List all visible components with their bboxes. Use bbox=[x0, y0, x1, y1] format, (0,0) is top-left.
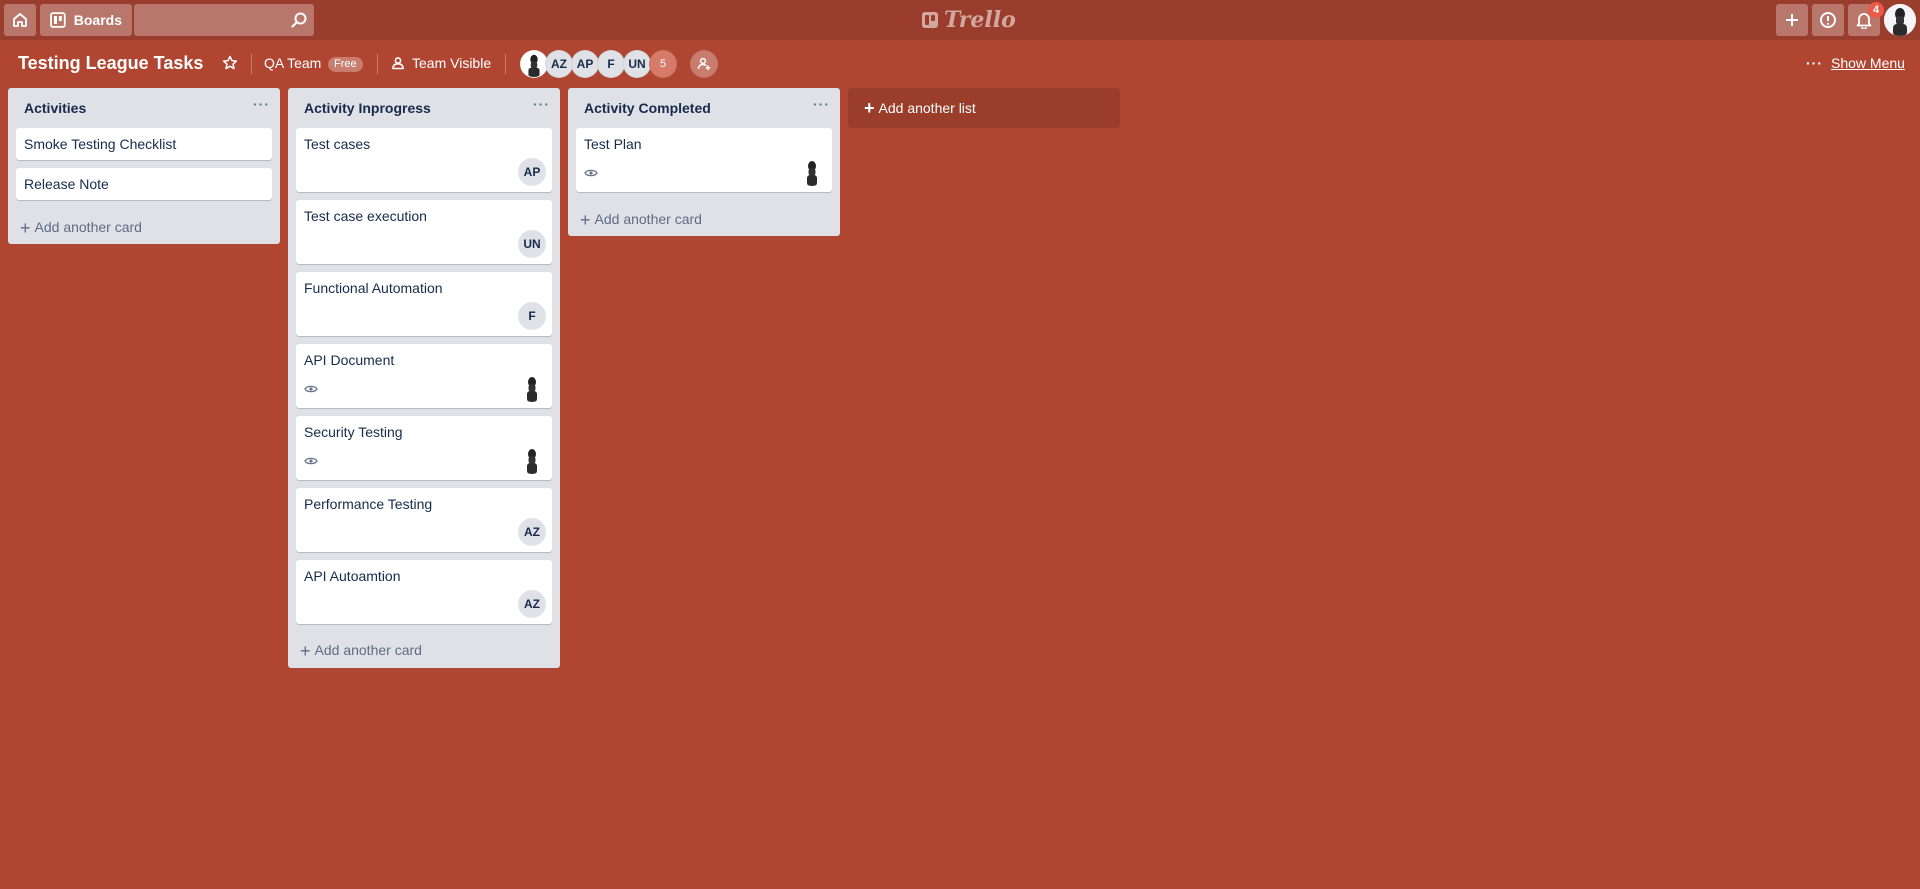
card[interactable]: Test Plan bbox=[576, 128, 832, 192]
card[interactable]: API Document bbox=[296, 344, 552, 408]
member-photo-icon bbox=[807, 161, 817, 186]
plus-icon: + bbox=[864, 97, 875, 118]
team-visibility-icon bbox=[392, 57, 404, 70]
add-card-label: Add another card bbox=[594, 211, 702, 227]
add-card-button[interactable]: + Add another card bbox=[300, 641, 422, 662]
card[interactable]: Test cases AP bbox=[296, 128, 552, 192]
list-activity-completed[interactable]: Activity Completed ··· Test Plan + Add an… bbox=[568, 88, 840, 236]
board-member-avatar[interactable]: UN bbox=[623, 50, 651, 78]
header-divider bbox=[251, 54, 252, 74]
search-icon[interactable] bbox=[290, 11, 308, 29]
plus-icon bbox=[1786, 14, 1798, 26]
card[interactable]: Smoke Testing Checklist bbox=[16, 128, 272, 160]
search-input[interactable] bbox=[134, 4, 314, 36]
card-title: Test cases bbox=[304, 136, 371, 152]
card-member-avatar[interactable]: F bbox=[518, 302, 546, 330]
list-activity-inprogress[interactable]: Activity Inprogress ··· Test cases AP Te… bbox=[288, 88, 560, 668]
board-title[interactable]: Testing League Tasks bbox=[18, 53, 203, 74]
card-title: Functional Automation bbox=[304, 280, 443, 296]
header-divider bbox=[505, 54, 506, 74]
add-member-icon bbox=[697, 57, 711, 70]
list-menu-button[interactable]: ··· bbox=[813, 96, 830, 112]
card-member-photo[interactable] bbox=[798, 158, 826, 186]
visibility-button[interactable]: Team Visible bbox=[412, 55, 491, 71]
team-name[interactable]: QA Team bbox=[264, 55, 321, 71]
info-button[interactable] bbox=[1812, 4, 1844, 36]
card-title: Test Plan bbox=[584, 136, 642, 152]
more-members-count[interactable]: 5 bbox=[649, 50, 677, 78]
list-activities[interactable]: Activities ··· Smoke Testing Checklist R… bbox=[8, 88, 280, 244]
show-menu-button[interactable]: ··· Show Menu bbox=[1806, 55, 1905, 71]
member-photo-icon bbox=[527, 377, 537, 402]
card-title: Release Note bbox=[24, 176, 109, 192]
card-title: Smoke Testing Checklist bbox=[24, 136, 177, 152]
logo-text: Trello bbox=[944, 7, 1016, 33]
plus-icon: + bbox=[300, 641, 311, 661]
card-member-avatar[interactable]: AP bbox=[518, 158, 546, 186]
add-card-button[interactable]: + Add another card bbox=[580, 210, 702, 231]
header-divider bbox=[377, 54, 378, 74]
card[interactable]: Test case execution UN bbox=[296, 200, 552, 264]
card-title: Test case execution bbox=[304, 208, 427, 224]
list-title[interactable]: Activities bbox=[24, 100, 86, 116]
trello-logo-icon bbox=[922, 12, 938, 28]
add-list-button[interactable]: + Add another list bbox=[848, 88, 1120, 128]
card[interactable]: API Autoamtion AZ bbox=[296, 560, 552, 624]
card[interactable]: Release Note bbox=[16, 168, 272, 200]
card-member-avatar[interactable]: AZ bbox=[518, 590, 546, 618]
card[interactable]: Security Testing bbox=[296, 416, 552, 480]
show-menu-label: Show Menu bbox=[1831, 55, 1905, 71]
board-member-avatar[interactable]: AZ bbox=[545, 50, 573, 78]
eye-icon bbox=[304, 385, 318, 393]
boards-button[interactable]: Boards bbox=[40, 4, 132, 36]
search-field[interactable] bbox=[134, 4, 314, 36]
top-header: Boards Trello 4 bbox=[0, 0, 1920, 40]
star-icon[interactable] bbox=[222, 55, 238, 71]
member-photo-icon bbox=[527, 449, 537, 474]
avatar-photo-icon bbox=[1884, 4, 1916, 36]
eye-icon bbox=[584, 169, 598, 177]
menu-dots-icon: ··· bbox=[1806, 55, 1823, 71]
card-title: Performance Testing bbox=[304, 496, 433, 512]
invite-member-button[interactable] bbox=[690, 50, 718, 78]
list-title[interactable]: Activity Completed bbox=[584, 100, 711, 116]
list-menu-button[interactable]: ··· bbox=[253, 96, 270, 112]
add-list-label: Add another list bbox=[878, 100, 976, 116]
card-member-photo[interactable] bbox=[518, 374, 546, 402]
plus-icon: + bbox=[20, 218, 31, 238]
board-member-avatar[interactable]: F bbox=[597, 50, 625, 78]
card-member-avatar[interactable]: UN bbox=[518, 230, 546, 258]
create-button[interactable] bbox=[1776, 4, 1808, 36]
add-card-label: Add another card bbox=[314, 642, 422, 658]
card-title: API Document bbox=[304, 352, 395, 368]
plan-badge: Free bbox=[328, 57, 363, 72]
add-card-button[interactable]: + Add another card bbox=[20, 218, 142, 239]
home-icon bbox=[13, 13, 27, 27]
board-member-photo[interactable] bbox=[520, 50, 548, 78]
add-card-label: Add another card bbox=[34, 219, 142, 235]
card[interactable]: Performance Testing AZ bbox=[296, 488, 552, 552]
boards-icon bbox=[50, 12, 66, 28]
card-title: Security Testing bbox=[304, 424, 403, 440]
notification-count-badge: 4 bbox=[1868, 2, 1884, 18]
card-member-avatar[interactable]: AZ bbox=[518, 518, 546, 546]
member-photo-icon bbox=[528, 54, 540, 77]
board-member-avatar[interactable]: AP bbox=[571, 50, 599, 78]
card-member-photo[interactable] bbox=[518, 446, 546, 474]
eye-icon bbox=[304, 457, 318, 465]
card-title: API Autoamtion bbox=[304, 568, 401, 584]
card[interactable]: Functional Automation F bbox=[296, 272, 552, 336]
list-menu-button[interactable]: ··· bbox=[533, 96, 550, 112]
boards-label: Boards bbox=[73, 12, 122, 28]
user-avatar[interactable] bbox=[1884, 4, 1916, 36]
trello-logo[interactable]: Trello bbox=[922, 7, 1016, 33]
info-icon bbox=[1820, 12, 1836, 28]
plus-icon: + bbox=[580, 210, 591, 230]
list-title[interactable]: Activity Inprogress bbox=[304, 100, 431, 116]
home-button[interactable] bbox=[4, 4, 36, 36]
